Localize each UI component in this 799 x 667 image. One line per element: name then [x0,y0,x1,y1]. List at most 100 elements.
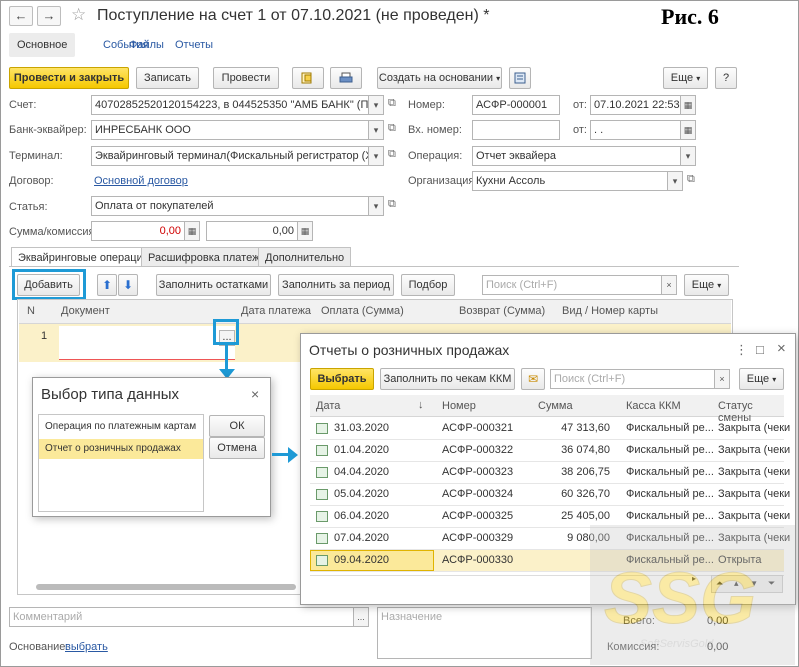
fill-period-button[interactable]: Заполнить за период [278,274,394,296]
column-header[interactable]: N [27,305,35,317]
column-header[interactable]: Вид / Номер карты [562,305,658,317]
dropdown-button[interactable]: ▾ [368,120,384,140]
move-down-button[interactable]: ⬇ [118,274,138,296]
fill-balances-button[interactable]: Заполнить остатками [156,274,271,296]
comment-ellipsis-button[interactable]: ... [353,607,369,627]
contract-link[interactable]: Основной договор [94,175,188,187]
nav-main[interactable]: Основное [9,33,76,57]
email-button[interactable]: ✉ [521,368,545,390]
nav-reports[interactable]: Отчеты [175,33,213,57]
back-button[interactable]: ← [9,6,33,26]
tab-divider [9,266,739,267]
account-field[interactable]: 40702852520120154223, в 044525350 "АМБ Б… [91,95,369,115]
cancel-button[interactable]: Отмена [209,437,265,459]
column-header[interactable]: Дата [316,400,340,412]
more-button[interactable]: Еще ▾ [739,368,784,390]
create-based-on-button[interactable]: Создать на основании ▾ [377,67,502,89]
open-link-icon[interactable]: ⧉ [388,198,396,211]
ok-button[interactable]: ОК [209,415,265,437]
dropdown-caret-icon: ▾ [717,281,722,290]
table-row[interactable]: 05.04.2020 АСФР-000324 60 326,70 Фискальный… [310,484,790,506]
column-header[interactable]: Возврат (Сумма) [459,305,545,317]
document-cell[interactable] [59,326,235,360]
cell-kkm: Фискальный ре... [626,510,714,522]
close-icon[interactable]: × [251,386,259,402]
open-link-icon[interactable]: ⧉ [388,122,396,135]
article-field[interactable]: Оплата от покупателей [91,196,369,216]
help-button[interactable]: ? [715,67,737,89]
list-item[interactable]: Операция по платежным картам [39,417,203,437]
table-row[interactable]: 04.04.2020 АСФР-000323 38 206,75 Фискальный… [310,462,790,484]
in-date-field[interactable]: . . [590,120,681,140]
search-input[interactable]: Поиск (Ctrl+F) [550,369,715,389]
nav-files[interactable]: Файлы [129,33,164,57]
operation-field[interactable]: Отчет эквайера [472,146,681,166]
more-button[interactable]: Еще ▾ [663,67,708,89]
table-row[interactable]: 31.03.2020 АСФР-000321 47 313,60 Фискальный… [310,418,790,440]
favorite-star-icon[interactable]: ☆ [71,5,86,25]
open-link-icon[interactable]: ⧉ [388,97,396,110]
post-and-close-button[interactable]: Провести и закрыть [9,67,129,89]
post-button[interactable]: Провести [213,67,279,89]
organization-field[interactable]: Кухни Ассоль [472,171,668,191]
maximize-icon[interactable]: □ [756,342,764,357]
column-header[interactable]: Сумма [538,400,573,412]
close-icon[interactable]: × [777,340,786,357]
commission-field[interactable]: 0,00 [206,221,298,241]
dropdown-button[interactable]: ▾ [368,95,384,115]
calculator-button[interactable]: ▦ [297,221,313,241]
document-posted-icon [316,533,328,544]
clear-search-button[interactable]: × [661,275,677,295]
open-link-icon[interactable]: ⧉ [388,148,396,161]
column-header[interactable]: Дата платежа [241,305,311,317]
comment-input[interactable]: Комментарий [9,607,354,627]
calculator-button[interactable]: ▦ [184,221,200,241]
arrow-right-icon: → [42,8,56,23]
post-actions-button[interactable] [292,67,324,89]
dropdown-button[interactable]: ▾ [680,146,696,166]
selection-button[interactable]: Подбор [401,274,455,296]
cell-date: 31.03.2020 [334,422,390,434]
grid-search-input[interactable]: Поиск (Ctrl+F) [482,275,662,295]
calendar-button[interactable]: ▦ [680,120,696,140]
horizontal-scrollbar[interactable] [36,584,296,590]
date-field[interactable]: 07.10.2021 22:53:39 [590,95,681,115]
column-header[interactable]: Касса ККМ [626,400,681,412]
acquirer-field[interactable]: ИНРЕСБАНК ООО [91,120,369,140]
sum-field[interactable]: 0,00 [91,221,185,241]
tab-payment-decoding[interactable]: Расшифровка платежа [141,247,273,267]
select-button[interactable]: Выбрать [310,368,374,390]
save-button[interactable]: Записать [136,67,199,89]
forward-button[interactable]: → [37,6,61,26]
column-header[interactable]: Номер [442,400,476,412]
grid-header: Дата ↓ Номер Сумма Касса ККМ Статус смен… [310,395,784,424]
number-field[interactable]: АСФР-000001 [472,95,560,115]
sort-desc-icon[interactable]: ↓ [418,399,424,411]
column-header[interactable]: Оплата (Сумма) [321,305,404,317]
cell-sum: 25 405,00 [561,510,610,522]
document-stack-icon [301,72,312,84]
tab-acquiring-operations[interactable]: Эквайринговые операции [11,247,156,267]
clear-search-button[interactable]: × [714,369,730,389]
purpose-textarea[interactable]: Назначение [377,607,592,659]
basis-select-link[interactable]: выбрать [65,641,108,653]
tab-additional[interactable]: Дополнительно [258,247,352,267]
fill-kkm-button[interactable]: Заполнить по чекам ККМ [380,368,515,390]
structure-button[interactable] [509,67,531,89]
in-number-field[interactable] [472,120,560,140]
calendar-button[interactable]: ▦ [680,95,696,115]
dropdown-button[interactable]: ▾ [368,146,384,166]
list-item[interactable]: Отчет о розничных продажах [39,439,203,459]
print-button[interactable] [330,67,362,89]
terminal-field[interactable]: Эквайринговый терминал(Фискальный регист… [91,146,369,166]
more-options-icon[interactable]: ⋮ [735,342,748,358]
table-row[interactable]: 01.04.2020 АСФР-000322 36 074,80 Фискальный… [310,440,790,462]
dropdown-caret-icon: ▾ [772,375,777,384]
dropdown-button[interactable]: ▾ [667,171,683,191]
dropdown-button[interactable]: ▾ [368,196,384,216]
grid-more-button[interactable]: Еще ▾ [684,274,729,296]
move-up-button[interactable]: ⬆ [97,274,117,296]
open-link-icon[interactable]: ⧉ [687,173,695,186]
column-header[interactable]: Документ [61,305,110,317]
document-posted-icon [316,467,328,478]
